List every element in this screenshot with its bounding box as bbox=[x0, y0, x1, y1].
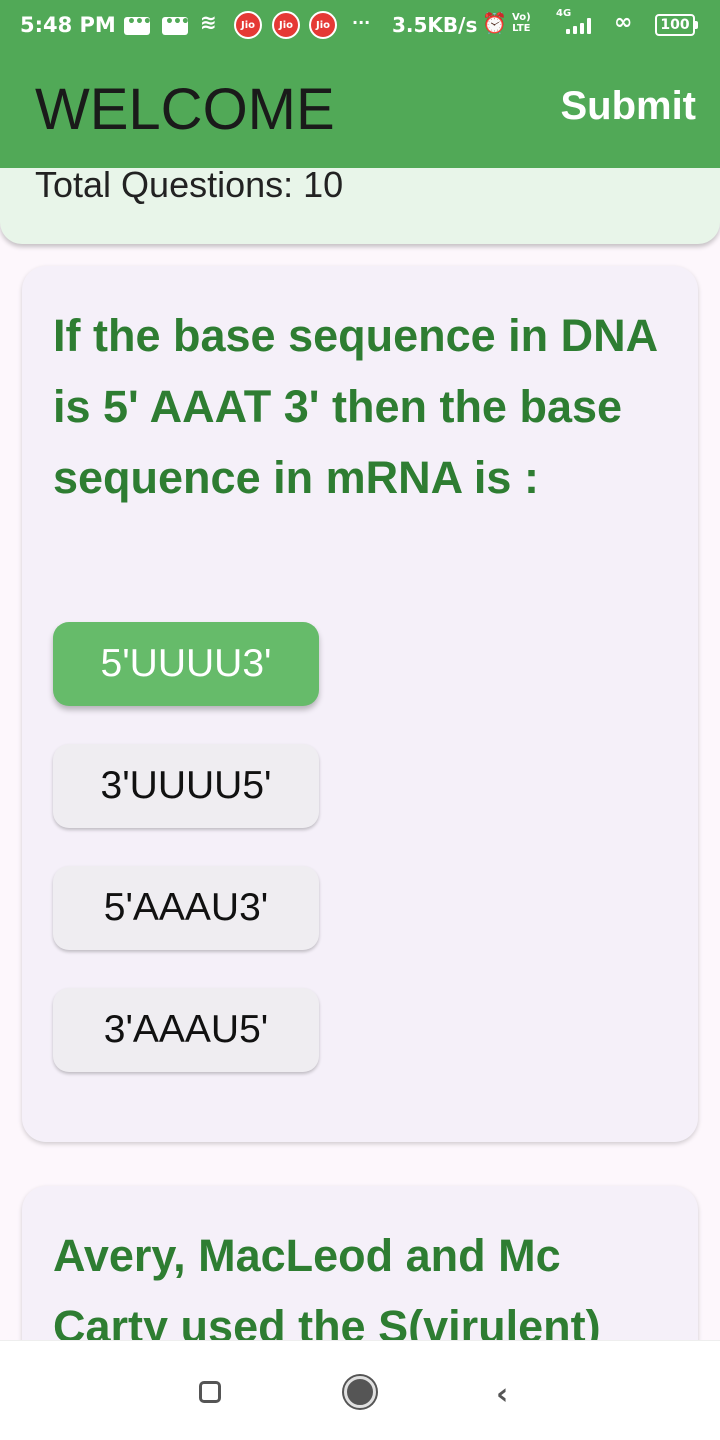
status-time: 5:48 PM bbox=[20, 13, 116, 37]
overflow-dots: ··· bbox=[352, 13, 371, 32]
volte-icon: Vo) LTE bbox=[512, 12, 531, 34]
message-icon bbox=[162, 14, 189, 35]
link-icon: ∞ bbox=[614, 10, 633, 35]
page-title: WELCOME bbox=[35, 77, 335, 142]
navigation-bar: ‹ bbox=[0, 1340, 720, 1440]
option-button[interactable]: 3'UUUU5' bbox=[53, 744, 319, 828]
option-button[interactable]: 3'AAAU5' bbox=[53, 988, 319, 1072]
jio-icon: Jio bbox=[309, 11, 337, 39]
back-icon[interactable]: ‹ bbox=[496, 1377, 508, 1412]
network-speed: 3.5KB/s bbox=[392, 13, 478, 37]
submit-button[interactable]: Submit bbox=[560, 84, 696, 129]
message-icon bbox=[124, 14, 151, 35]
signal-icon bbox=[566, 18, 591, 34]
battery-level: 100 bbox=[660, 17, 690, 33]
question-text: If the base sequence in DNA is 5' AAAT 3… bbox=[53, 310, 657, 503]
volte-label: Vo) bbox=[512, 12, 531, 23]
recents-icon[interactable] bbox=[199, 1381, 221, 1403]
lte-label: LTE bbox=[512, 23, 531, 34]
option-button[interactable]: 5'AAAU3' bbox=[53, 866, 319, 950]
battery-icon: 100 bbox=[655, 14, 698, 36]
alarm-icon: ⏰ bbox=[482, 11, 507, 35]
question-card: If the base sequence in DNA is 5' AAAT 3… bbox=[22, 266, 698, 1142]
wifi-icon: ≋ bbox=[200, 10, 217, 34]
option-button-selected[interactable]: 5'UUUU3' bbox=[53, 622, 319, 706]
home-icon[interactable] bbox=[344, 1376, 376, 1408]
jio-icon: Jio bbox=[272, 11, 300, 39]
total-questions-label: Total Questions: 10 bbox=[35, 164, 344, 205]
status-bar: 5:48 PM ≋ Jio Jio Jio ··· 3.5KB/s ⏰ Vo) … bbox=[0, 0, 720, 50]
app-bar: WELCOME Submit bbox=[0, 50, 720, 168]
jio-icon: Jio bbox=[234, 11, 262, 39]
